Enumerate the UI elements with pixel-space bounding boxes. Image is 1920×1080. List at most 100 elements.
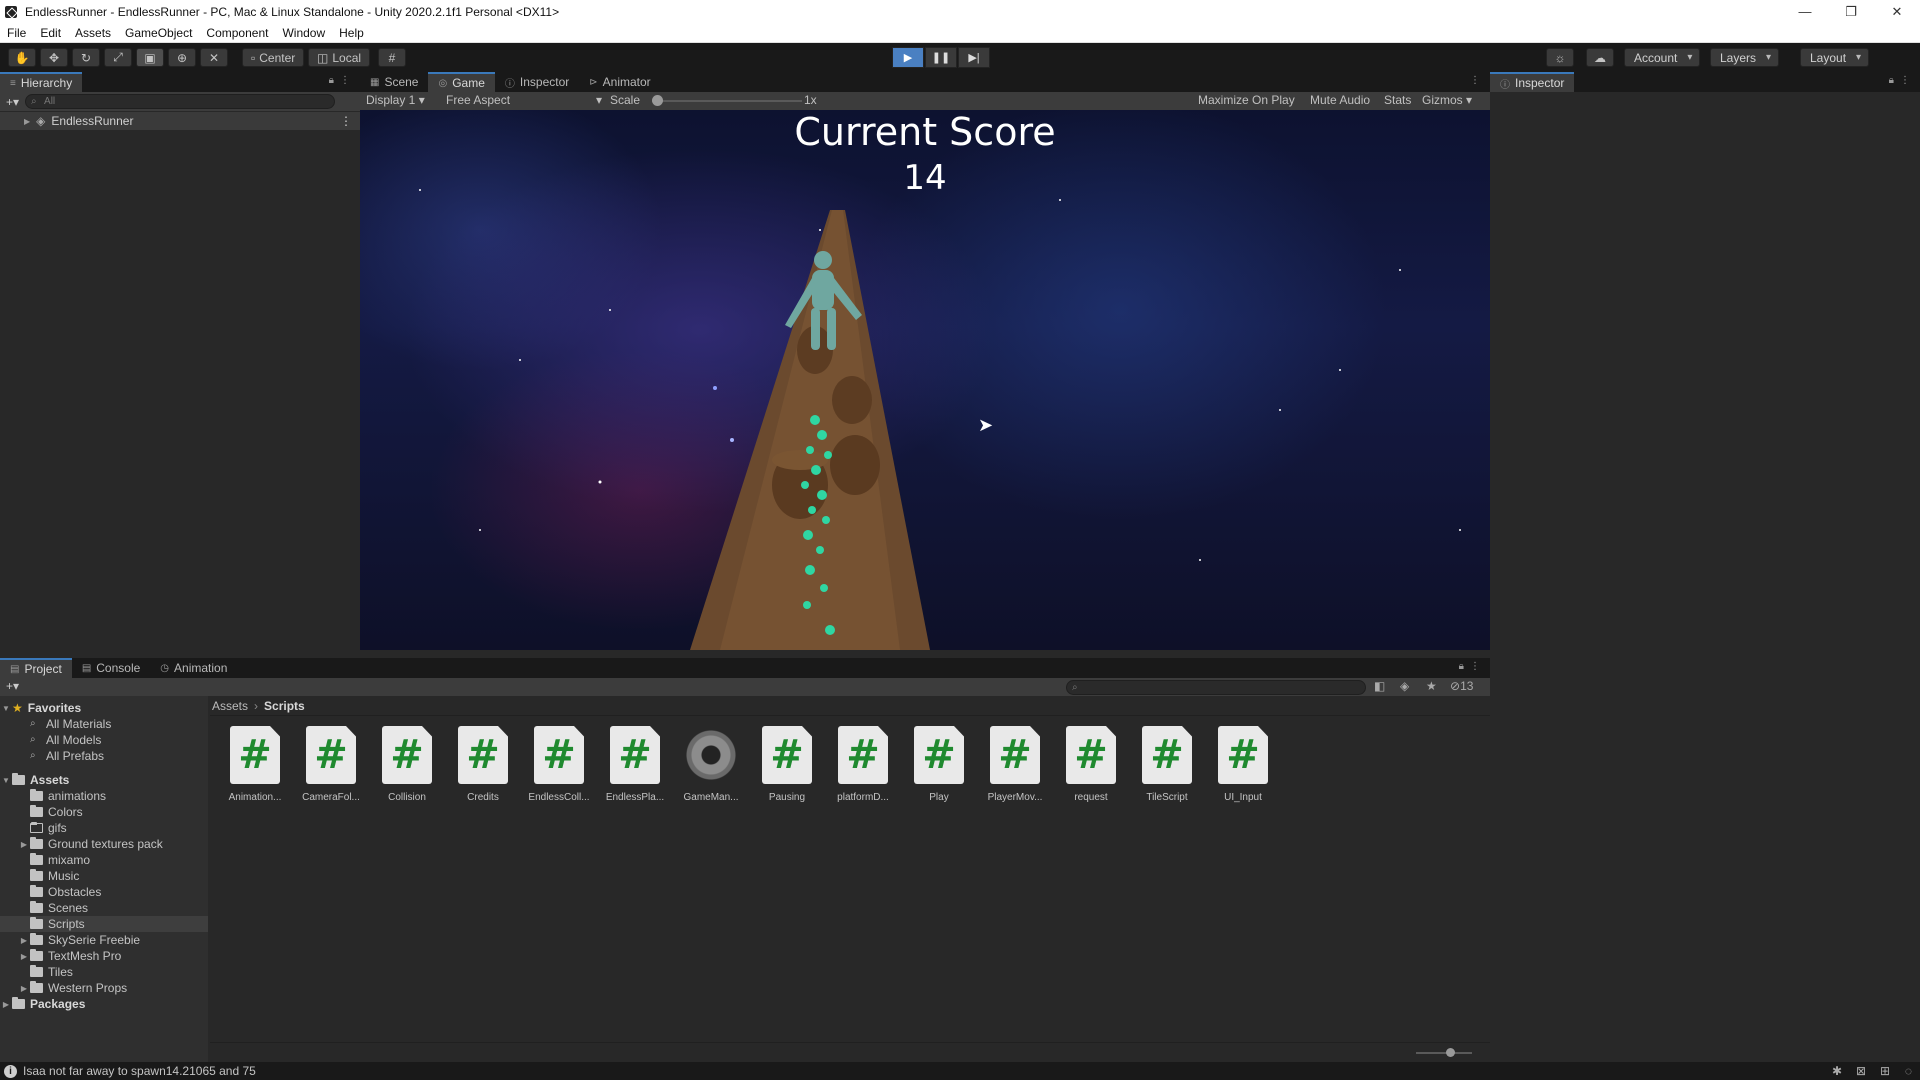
asset-item[interactable]: # request <box>1056 726 1126 803</box>
collapse-arrow-icon[interactable]: ▼ <box>0 704 12 713</box>
cloud-icon[interactable]: ☁ <box>1586 48 1614 67</box>
tree-folder[interactable]: Colors <box>0 804 208 820</box>
tab-game[interactable]: ◎ Game <box>428 72 495 92</box>
gizmos-toggle[interactable]: Gizmos ▾ <box>1422 93 1472 107</box>
tab-scene[interactable]: ▦ Scene <box>360 72 428 92</box>
favorite-item[interactable]: ⌕ All Models <box>0 732 208 748</box>
hierarchy-search-input[interactable]: ⌕ All <box>25 94 336 109</box>
restore-button[interactable]: ❐ <box>1828 0 1874 23</box>
asset-item[interactable]: # EndlessColl... <box>524 726 594 803</box>
scale-slider[interactable] <box>652 95 802 106</box>
favorite-star-icon[interactable]: ★ <box>1426 679 1437 693</box>
bug-icon[interactable]: ✱ <box>1832 1064 1842 1078</box>
menu-file[interactable]: File <box>0 26 33 40</box>
close-button[interactable]: ✕ <box>1874 0 1920 23</box>
hidden-packages-toggle[interactable]: ⊘13 <box>1450 679 1473 693</box>
inspector-lock-icon[interactable]: 🔒︎ <box>1889 75 1894 86</box>
expand-arrow-icon[interactable]: ▶ <box>18 984 30 993</box>
lock-icon[interactable]: 🔒︎ <box>329 75 334 86</box>
maximize-on-play-toggle[interactable]: Maximize On Play <box>1198 93 1295 107</box>
menu-window[interactable]: Window <box>275 26 332 40</box>
tree-folder[interactable]: ▶ Western Props <box>0 980 208 996</box>
layers-dropdown[interactable]: Layers <box>1710 48 1780 67</box>
menu-assets[interactable]: Assets <box>68 26 118 40</box>
tree-folder[interactable]: Music <box>0 868 208 884</box>
rotate-tool-icon[interactable]: ↻ <box>72 48 100 67</box>
scene-menu-icon[interactable]: ⋮ <box>340 114 352 128</box>
breadcrumb-assets[interactable]: Assets <box>212 699 248 713</box>
tab-console[interactable]: ▤ Console <box>72 658 150 678</box>
cache-icon[interactable]: ⊞ <box>1880 1064 1890 1078</box>
expand-arrow-icon[interactable]: ▶ <box>18 936 30 945</box>
asset-item[interactable]: # Animation... <box>220 726 290 803</box>
step-button[interactable]: ▶| <box>958 47 990 68</box>
asset-item[interactable]: # UI_Input <box>1208 726 1278 803</box>
favorite-item[interactable]: ⌕ All Materials <box>0 716 208 732</box>
minimize-button[interactable]: — <box>1782 0 1828 23</box>
asset-item[interactable]: GameMan... <box>676 726 746 803</box>
project-lock-icon[interactable]: 🔒︎ <box>1459 661 1464 672</box>
inspector-menu-icon[interactable]: ⋮ <box>1900 75 1910 86</box>
network-icon[interactable]: ⊠ <box>1856 1064 1866 1078</box>
breadcrumb-scripts[interactable]: Scripts <box>264 699 305 713</box>
pivot-center-button[interactable]: ▫ Center <box>242 48 305 67</box>
custom-tool-icon[interactable]: ✕ <box>200 48 228 67</box>
progress-icon[interactable]: ◌ <box>1905 1064 1912 1078</box>
tab-inspector-center[interactable]: ⓘ Inspector <box>495 72 579 92</box>
asset-item[interactable]: # CameraFol... <box>296 726 366 803</box>
hierarchy-item-endlessrunner[interactable]: ▶ ◈ EndlessRunner ⋮ <box>0 112 360 130</box>
expand-arrow-icon[interactable]: ▶ <box>0 1000 12 1009</box>
tab-project[interactable]: ▤ Project <box>0 658 72 678</box>
move-tool-icon[interactable]: ✥ <box>40 48 68 67</box>
favorite-item[interactable]: ⌕ All Prefabs <box>0 748 208 764</box>
tree-folder[interactable]: gifs <box>0 820 208 836</box>
display-dropdown[interactable]: Display 1 ▾ <box>366 93 425 107</box>
tree-favorites[interactable]: ▼ ★ Favorites <box>0 700 208 716</box>
filter-label-icon[interactable]: ◈ <box>1400 679 1409 693</box>
tree-assets[interactable]: ▼ Assets <box>0 772 208 788</box>
collapse-arrow-icon[interactable]: ▼ <box>0 776 12 785</box>
transform-tool-icon[interactable]: ⊕ <box>168 48 196 67</box>
tab-inspector[interactable]: ⓘ Inspector <box>1490 72 1575 92</box>
project-menu-icon[interactable]: ⋮ <box>1470 661 1480 672</box>
menu-help[interactable]: Help <box>332 26 371 40</box>
layout-dropdown[interactable]: Layout <box>1800 48 1870 67</box>
hand-tool-icon[interactable]: ✋ <box>8 48 36 67</box>
filter-type-icon[interactable]: ◧ <box>1374 679 1385 693</box>
asset-item[interactable]: # PlayerMov... <box>980 726 1050 803</box>
tree-folder[interactable]: Tiles <box>0 964 208 980</box>
menu-edit[interactable]: Edit <box>33 26 68 40</box>
stats-toggle[interactable]: Stats <box>1384 93 1411 107</box>
tree-folder[interactable]: ▶ SkySerie Freebie <box>0 932 208 948</box>
create-add-icon[interactable]: +▾ <box>6 95 19 109</box>
tab-animation[interactable]: ◷ Animation <box>150 658 237 678</box>
tree-folder[interactable]: ▶ Ground textures pack <box>0 836 208 852</box>
tree-folder[interactable]: Obstacles <box>0 884 208 900</box>
tree-folder[interactable]: mixamo <box>0 852 208 868</box>
tree-folder[interactable]: animations <box>0 788 208 804</box>
game-panel-menu-icon[interactable]: ⋮ <box>1470 75 1480 86</box>
tree-packages[interactable]: ▶ Packages <box>0 996 208 1012</box>
scale-slider-handle[interactable] <box>652 95 663 106</box>
grid-snap-icon[interactable]: # <box>378 48 406 67</box>
tree-folder[interactable]: Scenes <box>0 900 208 916</box>
status-message[interactable]: Isaa not far away to spawn14.21065 and 7… <box>23 1064 256 1078</box>
pause-button[interactable]: ❚❚ <box>925 47 957 68</box>
space-local-button[interactable]: ◫ Local <box>308 48 371 67</box>
tree-folder-selected[interactable]: Scripts <box>0 916 208 932</box>
rect-tool-icon[interactable]: ▣ <box>136 48 164 67</box>
asset-item[interactable]: # Pausing <box>752 726 822 803</box>
asset-item[interactable]: # TileScript <box>1132 726 1202 803</box>
asset-item[interactable]: # Play <box>904 726 974 803</box>
expand-arrow-icon[interactable]: ▶ <box>24 117 30 126</box>
icon-size-slider[interactable] <box>1416 1048 1472 1057</box>
menu-component[interactable]: Component <box>199 26 275 40</box>
scale-tool-icon[interactable]: ⤢ <box>104 48 132 67</box>
play-button[interactable]: ▶ <box>892 47 924 68</box>
project-add-icon[interactable]: +▾ <box>6 679 19 693</box>
tab-animator[interactable]: ⊳ Animator <box>579 72 660 92</box>
collab-icon[interactable]: ☼ <box>1546 48 1574 67</box>
asset-item[interactable]: # platformD... <box>828 726 898 803</box>
menu-gameobject[interactable]: GameObject <box>118 26 199 40</box>
mute-audio-toggle[interactable]: Mute Audio <box>1310 93 1370 107</box>
